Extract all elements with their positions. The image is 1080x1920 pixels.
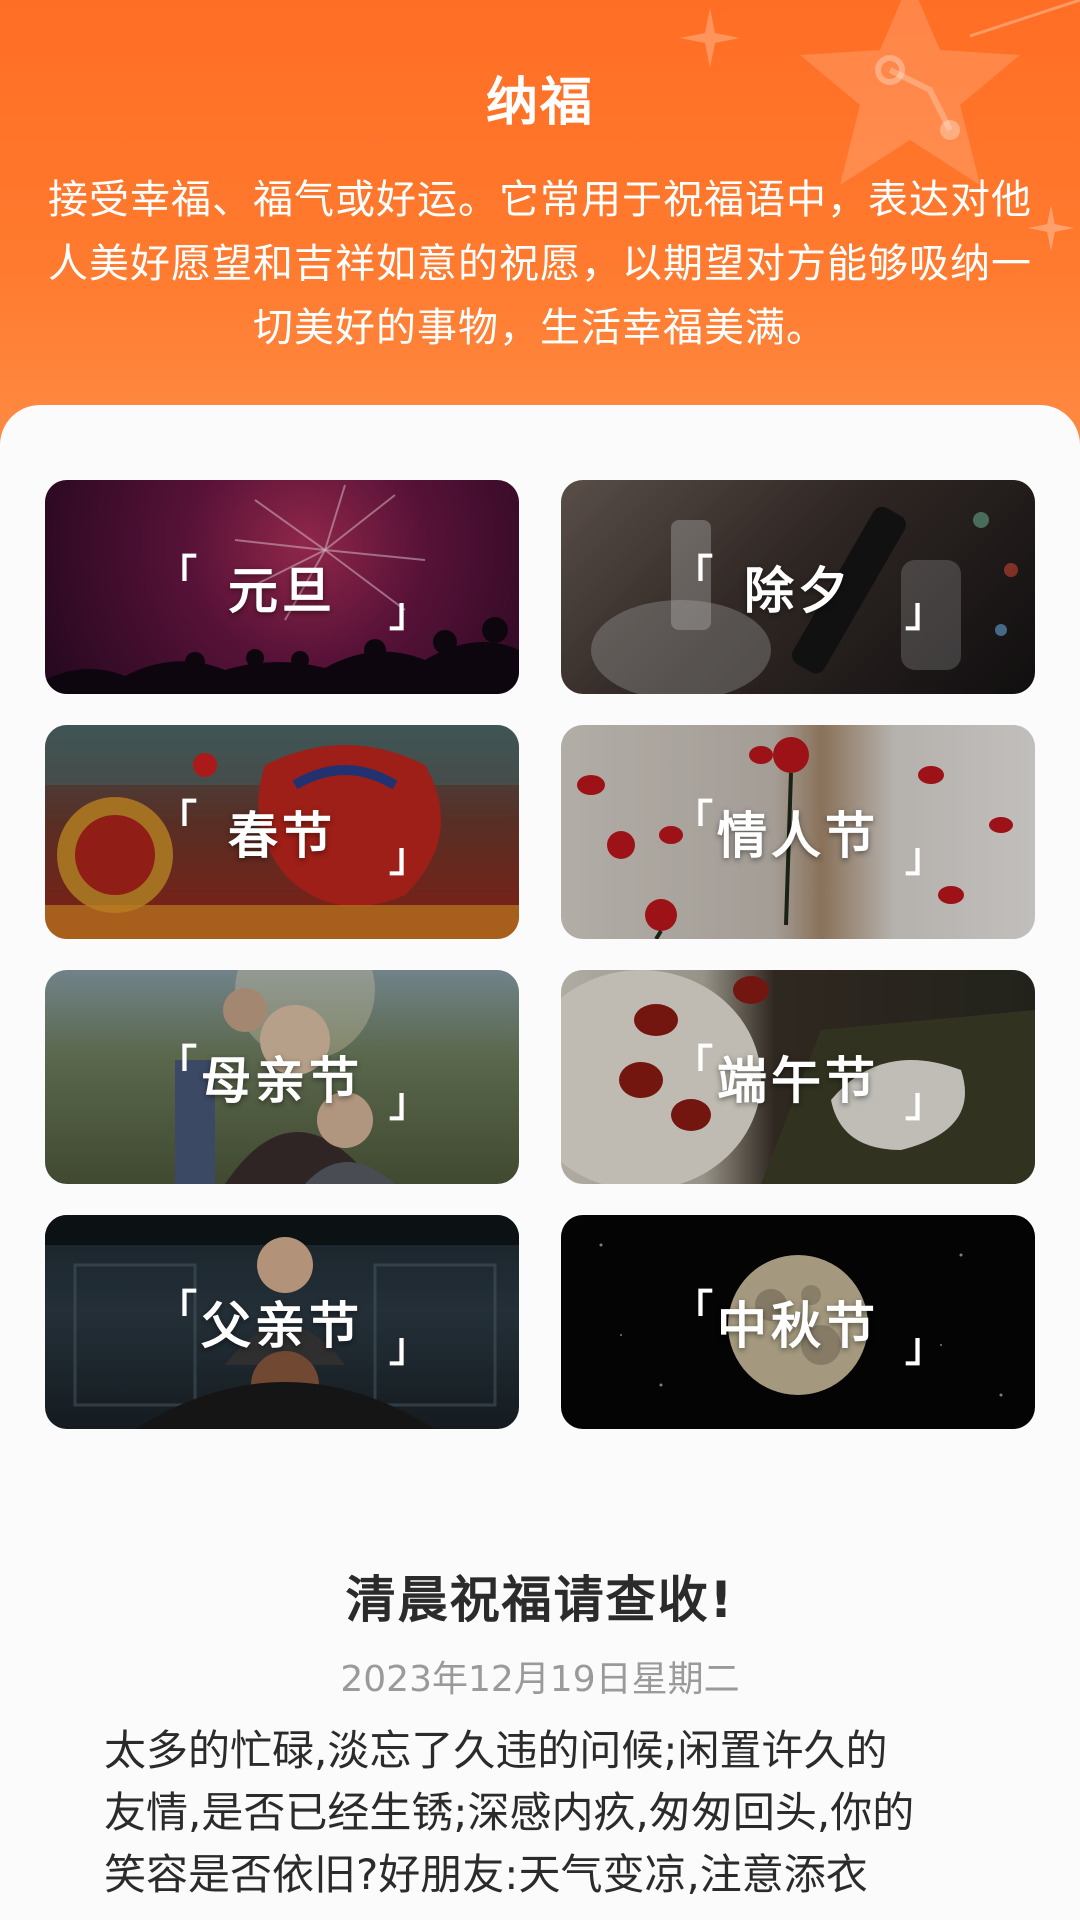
festival-label: 母亲节 bbox=[201, 1052, 363, 1110]
decorative-line bbox=[969, 0, 1080, 38]
page-title: 纳福 bbox=[485, 73, 594, 133]
article-title: 清晨祝福请查收! bbox=[345, 1571, 735, 1629]
festival-label: 中秋节 bbox=[717, 1297, 879, 1355]
festival-card-qingrenjie[interactable]: 「 」 情人节 bbox=[561, 725, 1035, 939]
festival-grid: 「 」 元旦 「 」 除夕 「 」 春节 「 」 情人节 「 」 母亲节 「 」… bbox=[45, 480, 1035, 1429]
festival-label: 情人节 bbox=[717, 807, 879, 865]
festival-card-chuxi[interactable]: 「 」 除夕 bbox=[561, 480, 1035, 694]
article-line: 太多的忙碌,淡忘了久违的问候;闲置许久的 bbox=[104, 1726, 888, 1775]
article-line: 友情,是否已经生锈;深感内疚,匆匆回头,你的 bbox=[104, 1788, 915, 1837]
festival-label: 端午节 bbox=[717, 1052, 879, 1110]
festival-label: 元旦 bbox=[228, 562, 336, 620]
festival-label: 父亲节 bbox=[201, 1297, 363, 1355]
sparkle-icon bbox=[680, 8, 740, 68]
festival-card-chunjie[interactable]: 「 」 春节 bbox=[45, 725, 519, 939]
article-date: 2023年12月19日星期二 bbox=[340, 1659, 740, 1700]
festival-label: 除夕 bbox=[744, 562, 852, 620]
festival-card-duanwujie[interactable]: 「 」 端午节 bbox=[561, 970, 1035, 1184]
festival-card-muqinjie[interactable]: 「 」 母亲节 bbox=[45, 970, 519, 1184]
screen: 纳福 接受幸福、福气或好运。它常用于祝福语中，表达对他人美好愿望和吉祥如意的祝愿… bbox=[0, 0, 1080, 1920]
festival-card-fuqinjie[interactable]: 「 」 父亲节 bbox=[45, 1215, 519, 1429]
festival-card-yuandan[interactable]: 「 」 元旦 bbox=[45, 480, 519, 694]
article-body: 太多的忙碌,淡忘了久违的问候;闲置许久的 友情,是否已经生锈;深感内疚,匆匆回头… bbox=[104, 1720, 984, 1906]
page-description: 接受幸福、福气或好运。它常用于祝福语中，表达对他人美好愿望和吉祥如意的祝愿，以期… bbox=[48, 177, 1032, 351]
article-line: 笑容是否依旧?好朋友:天气变凉,注意添衣 bbox=[104, 1850, 868, 1899]
festival-card-zhongqiujie[interactable]: 「 」 中秋节 bbox=[561, 1215, 1035, 1429]
header-banner: 纳福 接受幸福、福气或好运。它常用于祝福语中，表达对他人美好愿望和吉祥如意的祝愿… bbox=[0, 0, 1080, 470]
festival-label: 春节 bbox=[228, 807, 336, 865]
content-sheet: 「 」 元旦 「 」 除夕 「 」 春节 「 」 情人节 「 」 母亲节 「 」… bbox=[0, 405, 1080, 1920]
